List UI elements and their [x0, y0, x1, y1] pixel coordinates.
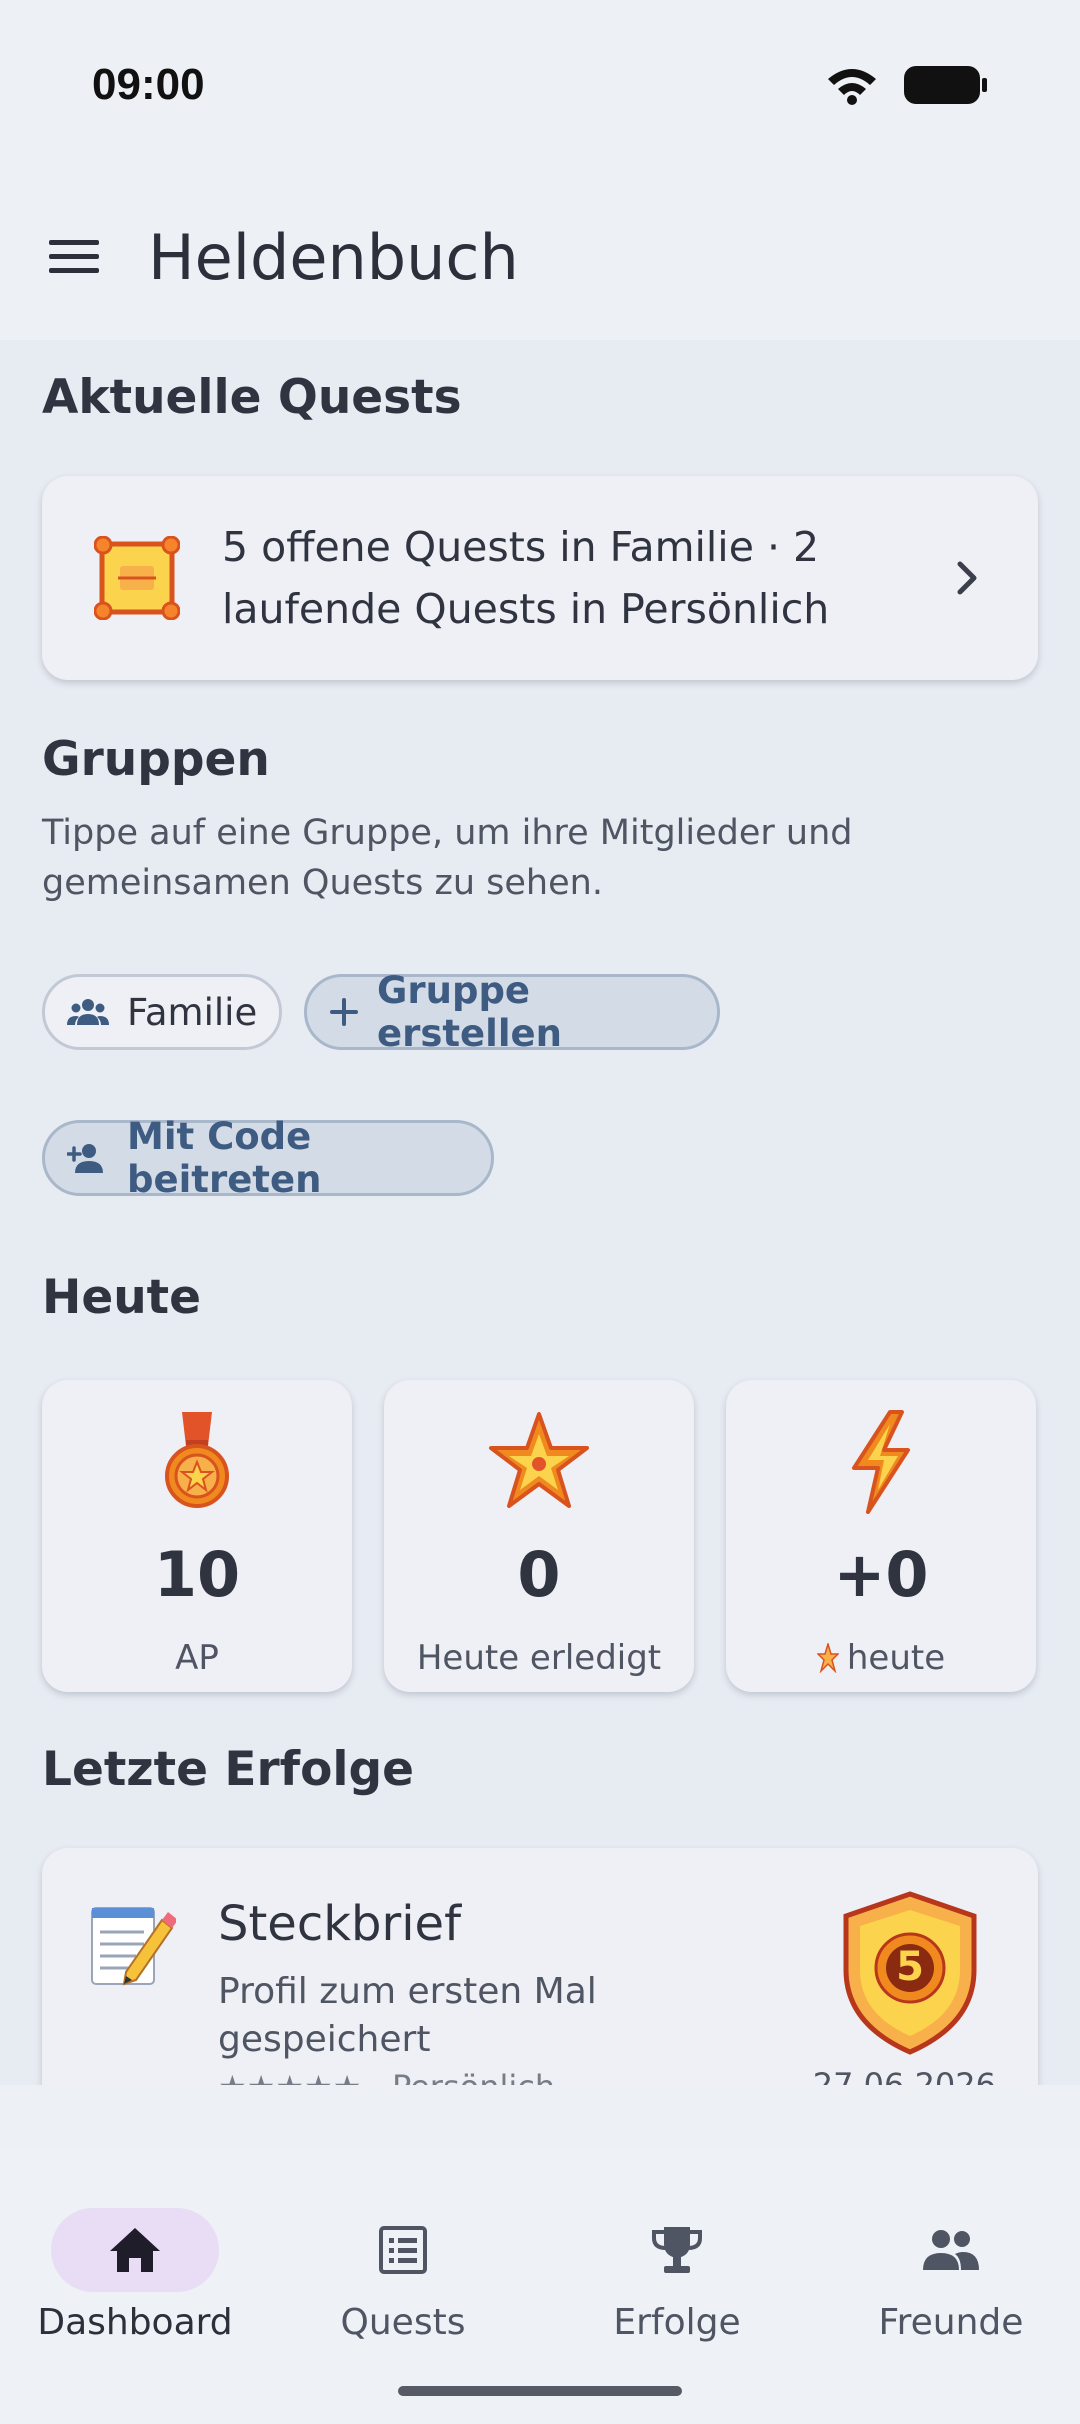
- status-time: 09:00: [92, 60, 205, 109]
- join-with-code-button[interactable]: Mit Code beitreten: [42, 1115, 494, 1201]
- stat-label-streak-today: heute: [846, 1638, 946, 1678]
- stat-card-ap: 10 AP: [42, 1380, 352, 1692]
- memo-pencil-icon: [91, 1907, 176, 1986]
- badge-level: 5: [896, 1944, 924, 1990]
- app-bar: Heldenbuch: [0, 175, 1080, 340]
- groups-description: Tippe auf eine Gruppe, um ihre Mitgliede…: [42, 813, 853, 903]
- stat-value-streak-today: +0: [833, 1538, 929, 1611]
- level-shield-badge: 5: [840, 1890, 980, 2056]
- nav-item-quests[interactable]: Quests: [268, 2180, 538, 2343]
- groups-heading: Gruppen: [42, 732, 270, 787]
- home-icon: [110, 2228, 160, 2272]
- app-title: Heldenbuch: [148, 221, 519, 294]
- stat-card-streak-today: +0 heute: [726, 1380, 1036, 1692]
- achievement-meta: ★★★★★ · Persönlich: [218, 2068, 555, 2085]
- trophy-icon: [652, 2227, 702, 2273]
- nav-label-freunde: Freunde: [878, 2302, 1024, 2343]
- achievement-description: Profil zum ersten Mal gespeichert: [218, 1971, 597, 2060]
- stat-label-done-today: Heute erledigt: [416, 1638, 662, 1678]
- plus-icon: [329, 997, 359, 1027]
- today-heading: Heute: [42, 1270, 202, 1325]
- dashboard-content[interactable]: Aktuelle Quests 5 offene Quests in Famil…: [0, 340, 1080, 2085]
- achievement-card[interactable]: Steckbrief Profil zum ersten Mal gespeic…: [42, 1848, 1038, 2085]
- quest-scroll-icon: [94, 536, 180, 620]
- status-icons: [826, 64, 988, 106]
- person-add-icon: [67, 1142, 109, 1174]
- join-with-code-label: Mit Code beitreten: [127, 1115, 322, 1201]
- list-icon: [379, 2226, 427, 2274]
- nav-label-dashboard: Dashboard: [37, 2302, 233, 2343]
- create-group-button[interactable]: Gruppe erstellen: [304, 969, 720, 1055]
- small-star-icon: [816, 1643, 839, 1673]
- stat-value-ap: 10: [153, 1538, 241, 1611]
- nav-label-quests: Quests: [340, 2302, 466, 2343]
- stat-value-done-today: 0: [517, 1538, 561, 1611]
- star-icon: [489, 1412, 589, 1508]
- current-quests-card[interactable]: 5 offene Quests in Familie · 2 laufende …: [42, 476, 1038, 680]
- nav-item-freunde[interactable]: Freunde: [816, 2180, 1080, 2343]
- create-group-label: Gruppe erstellen: [377, 969, 562, 1055]
- group-icon: [67, 997, 109, 1027]
- achievement-title: Steckbrief: [218, 1896, 461, 1952]
- home-indicator[interactable]: [398, 2386, 682, 2396]
- nav-item-dashboard[interactable]: Dashboard: [0, 2180, 270, 2343]
- chevron-right-icon: [957, 561, 977, 595]
- group-chip-label: Familie: [127, 990, 258, 1034]
- battery-icon: [904, 66, 987, 104]
- nav-active-indicator: [51, 2208, 219, 2292]
- bottom-navigation: Dashboard Quests Erfolge Freunde: [0, 2148, 1080, 2424]
- menu-button[interactable]: [44, 227, 104, 287]
- status-bar: 09:00: [0, 0, 1080, 175]
- lightning-icon: [852, 1410, 910, 1514]
- current-quests-heading: Aktuelle Quests: [42, 370, 462, 425]
- quest-summary-text: 5 offene Quests in Familie · 2 laufende …: [222, 523, 830, 633]
- hamburger-menu-icon: [49, 240, 99, 273]
- recent-achievements-heading: Letzte Erfolge: [42, 1742, 415, 1797]
- achievement-date: 27.06.2026: [812, 2066, 996, 2085]
- stat-label-ap: AP: [175, 1638, 219, 1678]
- stat-card-done-today: 0 Heute erledigt: [384, 1380, 694, 1692]
- medal-icon: [165, 1412, 229, 1508]
- people-icon: [923, 2230, 979, 2270]
- wifi-icon: [828, 69, 876, 105]
- nav-label-erfolge: Erfolge: [613, 2302, 741, 2343]
- nav-item-erfolge[interactable]: Erfolge: [542, 2180, 812, 2343]
- group-chip-familie[interactable]: Familie: [42, 974, 282, 1050]
